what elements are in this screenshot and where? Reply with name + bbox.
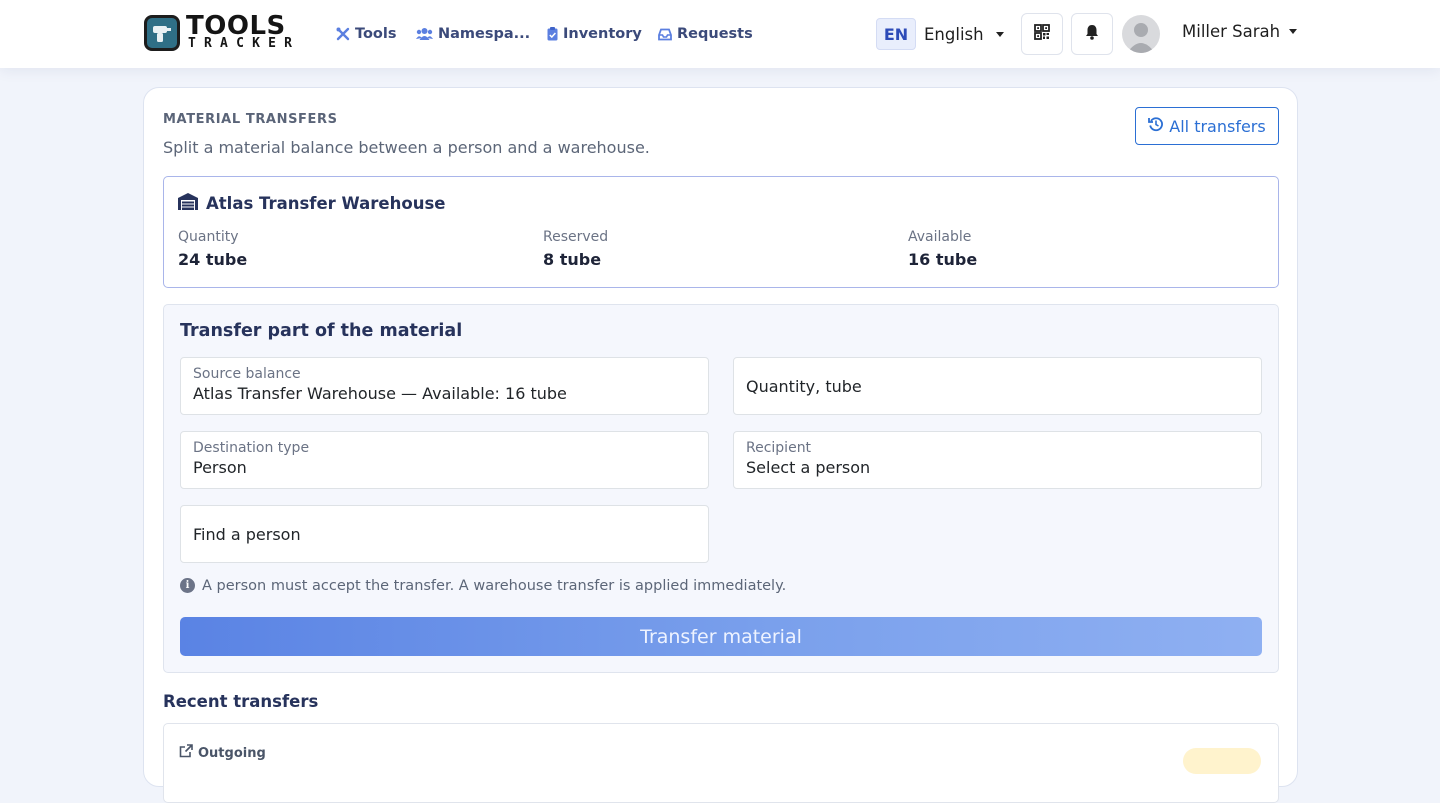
recent-transfers-title: Recent transfers (163, 692, 319, 711)
form-title: Transfer part of the material (180, 321, 463, 341)
warehouse-name: Atlas Transfer Warehouse (206, 194, 446, 213)
field-placeholder: Quantity, tube (746, 377, 862, 396)
quantity-input[interactable]: Quantity, tube (733, 357, 1262, 415)
tools-tracker-logo[interactable]: TOOLS TRACKER (144, 11, 310, 52)
stat-value: 8 tube (543, 250, 602, 269)
history-icon (1148, 116, 1164, 136)
transfer-material-button[interactable]: Transfer material (180, 617, 1262, 656)
destination-type-select[interactable]: Destination type Person (180, 431, 709, 489)
hint-text: A person must accept the transfer. A war… (202, 578, 787, 594)
section-title: MATERIAL TRANSFERS (163, 112, 338, 127)
field-label: Destination type (193, 440, 310, 456)
avatar[interactable] (1122, 15, 1160, 53)
find-person-input[interactable]: Find a person (180, 505, 709, 563)
field-value: Person (193, 458, 247, 477)
nav-link-inventory[interactable]: Inventory (547, 24, 642, 44)
stat-label: Available (908, 229, 972, 245)
nav-link-requests[interactable]: Requests (658, 24, 753, 44)
all-transfers-label: All transfers (1169, 116, 1266, 136)
stat-label: Reserved (543, 229, 609, 245)
nav-link-label: Tools (355, 26, 397, 42)
field-value: Atlas Transfer Warehouse — Available: 16… (193, 384, 567, 403)
language-code-badge: EN (876, 18, 916, 50)
stat-reserved: Reserved 8 tube (543, 229, 608, 269)
stat-quantity: Quantity 24 tube (178, 229, 247, 269)
stat-value: 16 tube (908, 250, 978, 269)
nav-link-label: Namespa... (438, 26, 531, 42)
direction-label: Outgoing (198, 745, 266, 761)
field-label: Recipient (746, 440, 812, 456)
bell-icon (1085, 24, 1099, 44)
nav-link-namespaces[interactable]: Namespa... (416, 24, 530, 44)
info-icon: i (180, 578, 195, 593)
inbox-icon (658, 28, 672, 41)
language-selector[interactable]: EN English (876, 18, 1004, 50)
clipboard-check-icon (547, 27, 558, 41)
warehouse-title: Atlas Transfer Warehouse (178, 193, 445, 214)
list-item[interactable]: Outgoing (163, 723, 1279, 803)
external-link-icon (179, 744, 193, 762)
language-name: English (924, 24, 984, 44)
warehouse-icon (178, 193, 198, 214)
nav-link-tools[interactable]: Tools (336, 24, 397, 44)
users-icon (416, 27, 433, 41)
notifications-button[interactable] (1071, 13, 1113, 55)
transfer-hint: i A person must accept the transfer. A w… (180, 578, 786, 594)
qr-code-icon (1034, 24, 1050, 44)
field-label: Source balance (193, 366, 301, 382)
stat-label: Quantity (178, 229, 239, 245)
user-silhouette-icon (1127, 23, 1155, 53)
top-navbar: TOOLS TRACKER Tools Namespa... Inventory… (0, 0, 1440, 68)
section-subtitle: Split a material balance between a perso… (163, 138, 650, 157)
chevron-down-icon (1289, 29, 1298, 34)
user-name: Miller Sarah (1182, 22, 1281, 41)
stat-available: Available 16 tube (908, 229, 977, 269)
nav-link-label: Requests (677, 26, 753, 42)
stat-value: 24 tube (178, 250, 248, 269)
nav-link-label: Inventory (563, 26, 642, 42)
logo-word-tracker: TRACKER (188, 36, 301, 51)
chevron-down-icon (995, 31, 1004, 37)
material-transfers-card: MATERIAL TRANSFERS Split a material bala… (143, 87, 1298, 803)
qr-scan-button[interactable] (1021, 13, 1063, 55)
source-balance-select[interactable]: Source balance Atlas Transfer Warehouse … (180, 357, 709, 415)
all-transfers-button[interactable]: All transfers (1135, 107, 1279, 145)
drill-icon (144, 15, 180, 51)
warehouse-summary: Atlas Transfer Warehouse Quantity 24 tub… (163, 176, 1279, 288)
tools-icon (336, 27, 350, 41)
transfer-form: Transfer part of the material Source bal… (163, 304, 1279, 673)
status-badge (1183, 748, 1261, 774)
user-menu[interactable]: Miller Sarah (1182, 22, 1298, 41)
recipient-select[interactable]: Recipient Select a person (733, 431, 1262, 489)
field-placeholder: Find a person (193, 525, 301, 544)
transfer-direction: Outgoing (179, 744, 266, 762)
field-value: Select a person (746, 458, 871, 477)
